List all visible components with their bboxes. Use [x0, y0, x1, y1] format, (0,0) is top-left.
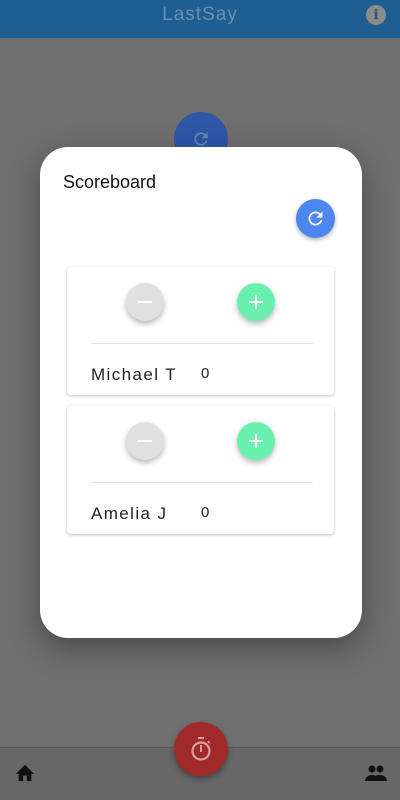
- decrement-score-button[interactable]: [126, 422, 164, 460]
- divider: [91, 482, 313, 483]
- increment-score-button[interactable]: [237, 422, 275, 460]
- people-icon[interactable]: [364, 765, 388, 781]
- player-name: Amelia J: [91, 504, 168, 523]
- divider: [91, 343, 313, 344]
- player-score: 0: [201, 504, 210, 521]
- app-bar: LastSay i: [0, 0, 400, 38]
- scoreboard-dialog: Scoreboard Michael T 0 Amelia J 0: [40, 147, 362, 638]
- app-title: LastSay: [162, 4, 238, 25]
- player-card: Michael T 0: [67, 267, 334, 395]
- minus-icon: [138, 440, 152, 442]
- info-icon[interactable]: i: [366, 5, 386, 25]
- decrement-score-button[interactable]: [126, 283, 164, 321]
- home-icon[interactable]: [14, 762, 36, 782]
- minus-icon: [138, 301, 152, 303]
- player-score: 0: [201, 365, 210, 382]
- increment-score-button[interactable]: [237, 283, 275, 321]
- plus-icon: [249, 295, 263, 309]
- refresh-icon: [194, 132, 208, 146]
- refresh-scores-button[interactable]: [296, 199, 335, 238]
- timer-button[interactable]: [174, 722, 228, 776]
- player-name: Michael T: [91, 365, 177, 384]
- timer-icon: [191, 737, 211, 761]
- plus-icon: [249, 434, 263, 448]
- refresh-icon: [308, 211, 323, 226]
- dialog-title: Scoreboard: [63, 172, 157, 192]
- player-card: Amelia J 0: [67, 406, 334, 534]
